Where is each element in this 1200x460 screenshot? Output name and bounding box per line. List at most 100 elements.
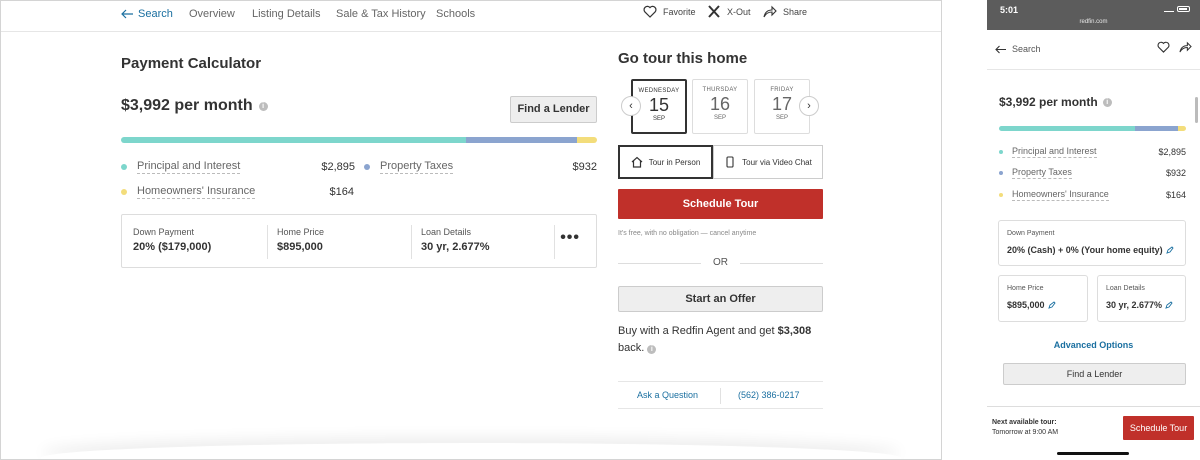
url-label[interactable]: redfin.com	[987, 19, 1200, 25]
loan-details-card[interactable]: Loan Details 30 yr, 2.677%	[1097, 275, 1186, 322]
free-note: It's free, with no obligation — cancel a…	[618, 230, 757, 237]
monthly-payment-value: $3,992 per month	[999, 95, 1098, 109]
monthly-payment: $3,992 per month i	[999, 95, 1112, 109]
share-icon	[763, 5, 777, 18]
header-actions	[1157, 41, 1192, 53]
down-payment-card[interactable]: Down Payment 20% (Cash) + 0% (Your home …	[998, 220, 1186, 266]
find-lender-button[interactable]: Find a Lender	[510, 96, 597, 123]
next-tour-info: Next available tour: Tomorrow at 9:00 AM	[992, 418, 1058, 438]
bar-principal-segment	[999, 126, 1135, 131]
divider	[554, 225, 555, 259]
tour-video-chat-label: Tour via Video Chat	[742, 157, 812, 167]
share-label: Share	[783, 6, 808, 17]
heart-icon[interactable]	[1157, 41, 1170, 53]
bar-taxes-segment	[466, 137, 578, 143]
bar-principal-segment	[121, 137, 467, 143]
tour-in-person-button[interactable]: Tour in Person	[618, 145, 713, 179]
schedule-tour-button[interactable]: Schedule Tour	[1123, 416, 1194, 440]
back-label: Search	[138, 8, 173, 20]
loan-details-value: 30 yr, 2.677%	[421, 241, 490, 253]
tour-in-person-label: Tour in Person	[648, 157, 701, 167]
tab-listing-details[interactable]: Listing Details	[252, 8, 320, 20]
weekday-label: THURSDAY	[702, 87, 738, 93]
day-card-thursday[interactable]: THURSDAY 16 SEP	[692, 79, 748, 134]
agent-rebate-text: Buy with a Redfin Agent and get $3,308 b…	[618, 323, 823, 357]
bar-insurance-segment	[577, 137, 597, 143]
back-label: Search	[1012, 44, 1041, 54]
next-tour-label: Next available tour:	[992, 419, 1057, 426]
month-label: SEP	[652, 116, 665, 122]
divider	[267, 225, 268, 259]
scrollbar[interactable]	[1195, 97, 1198, 123]
desktop-view: Search Overview Listing Details Sale & T…	[0, 0, 942, 460]
prev-days-chevron-icon[interactable]: ‹	[621, 96, 641, 116]
info-icon[interactable]: i	[1102, 97, 1112, 107]
loan-details-value: 30 yr, 2.677%	[1106, 300, 1163, 310]
payment-calculator-title: Payment Calculator	[121, 55, 262, 72]
home-price-value-row: $895,000	[1007, 300, 1056, 310]
taxes-dot	[364, 164, 370, 170]
favorite-button[interactable]: Favorite	[643, 5, 696, 18]
principal-value: $2,895	[321, 161, 355, 173]
phone-link[interactable]: (562) 386-0217	[738, 390, 800, 400]
home-price-card[interactable]: Home Price $895,000	[998, 275, 1088, 322]
status-time: 5:01	[1000, 5, 1019, 15]
share-button[interactable]: Share	[763, 5, 807, 18]
loan-summary-box: Down Payment 20% ($179,000) Home Price $…	[121, 214, 597, 268]
advanced-options-link[interactable]: Advanced Options	[987, 340, 1200, 350]
insurance-label[interactable]: Homeowners' Insurance	[1012, 189, 1109, 201]
home-price-cell[interactable]: Home Price $895,000	[277, 227, 324, 253]
home-indicator	[1057, 452, 1129, 455]
pencil-icon	[1047, 301, 1056, 309]
insurance-dot	[999, 193, 1003, 197]
schedule-tour-button[interactable]: Schedule Tour	[618, 189, 823, 219]
next-days-chevron-icon[interactable]: ›	[799, 96, 819, 116]
back-to-search-link[interactable]: Search	[121, 8, 173, 20]
down-payment-value-row: 20% (Cash) + 0% (Your home equity)	[1007, 245, 1174, 255]
start-offer-button[interactable]: Start an Offer	[618, 286, 823, 312]
status-bar: 5:01 redfin.com	[987, 0, 1200, 30]
tab-overview[interactable]: Overview	[189, 8, 235, 20]
tab-sale-tax-history[interactable]: Sale & Tax History	[336, 8, 426, 20]
mobile-view: 5:01 redfin.com Search $3,992 per month …	[987, 0, 1200, 460]
legend-insurance: Homeowners' Insurance $164	[121, 185, 354, 199]
share-icon[interactable]	[1179, 41, 1192, 53]
insurance-dot	[121, 189, 127, 195]
info-icon[interactable]: i	[258, 101, 268, 111]
tour-video-chat-button[interactable]: Tour via Video Chat	[713, 145, 823, 179]
down-payment-value: 20% ($179,000)	[133, 241, 212, 253]
taxes-label[interactable]: Property Taxes	[380, 160, 454, 174]
home-price-label: Home Price	[1007, 285, 1044, 292]
legend-taxes: Property Taxes $932	[364, 160, 597, 174]
signal-icon	[1164, 6, 1174, 12]
loan-details-value-row: 30 yr, 2.677%	[1106, 300, 1173, 310]
home-price-value: $895,000	[277, 241, 323, 253]
taxes-label[interactable]: Property Taxes	[1012, 167, 1072, 179]
xout-button[interactable]: X-Out	[707, 5, 751, 18]
legend-taxes: Property Taxes $932	[999, 167, 1186, 179]
back-to-search-link[interactable]: Search	[995, 44, 1041, 54]
principal-dot	[121, 164, 127, 170]
insurance-label[interactable]: Homeowners' Insurance	[137, 185, 256, 199]
bar-insurance-segment	[1178, 126, 1186, 131]
arrow-left-icon	[995, 45, 1006, 53]
principal-label[interactable]: Principal and Interest	[137, 160, 241, 174]
principal-label[interactable]: Principal and Interest	[1012, 146, 1097, 158]
month-label: SEP	[713, 115, 726, 121]
xout-label: X-Out	[727, 6, 751, 17]
house-icon	[631, 156, 643, 168]
more-options-button[interactable]: •••	[560, 229, 580, 247]
home-price-value: $895,000	[1007, 300, 1045, 310]
loan-details-cell[interactable]: Loan Details 30 yr, 2.677%	[421, 227, 490, 253]
down-payment-cell[interactable]: Down Payment 20% ($179,000)	[133, 227, 211, 253]
info-icon[interactable]: i	[647, 345, 657, 354]
agent-text-pre: Buy with a Redfin Agent and get	[618, 325, 778, 337]
ask-question-link[interactable]: Ask a Question	[637, 390, 698, 400]
mobile-header: Search	[987, 30, 1200, 70]
tab-schools[interactable]: Schools	[436, 8, 475, 20]
tour-title: Go tour this home	[618, 50, 748, 67]
find-lender-button[interactable]: Find a Lender	[1003, 363, 1186, 385]
divider	[720, 388, 721, 404]
taxes-value: $932	[572, 161, 597, 173]
phone-icon	[726, 156, 734, 168]
